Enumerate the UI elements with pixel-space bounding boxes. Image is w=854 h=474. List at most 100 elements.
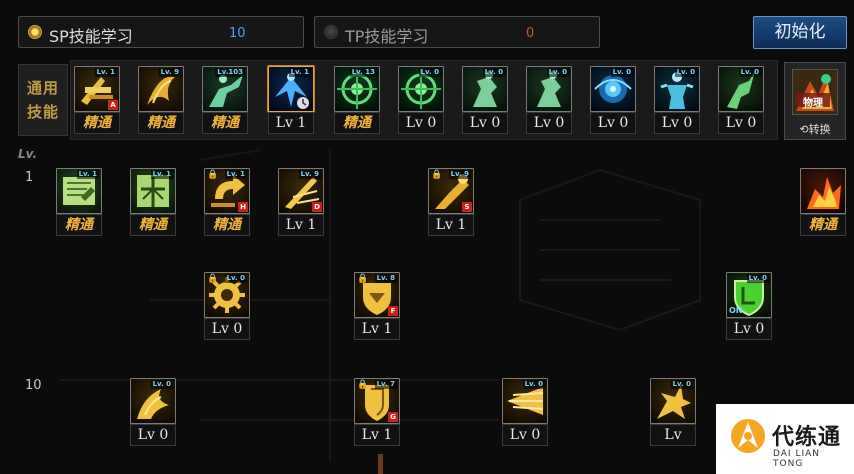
common-skill-slot[interactable]: Lv. 1 Lv 1	[268, 66, 314, 136]
skill-level-caption: Lv 0	[526, 112, 572, 134]
blue-eye-icon[interactable]: Lv. 0	[590, 66, 636, 112]
tree-skill-slot[interactable]: Lv. 0 Lv 0	[130, 378, 176, 448]
tree-skill-slot[interactable]: Lv. 0 ON Lv 0	[726, 272, 772, 342]
switch-icon-text: 物理	[803, 98, 823, 109]
tree-skill-slot[interactable]: Lv. 9 🔒 S Lv 1	[428, 168, 474, 238]
common-skill-slot[interactable]: Lv. 9 精通	[138, 66, 184, 136]
arrow-burst-icon[interactable]: Lv. 9	[138, 66, 184, 112]
watermark-sub: DAI LIAN TONG	[773, 449, 821, 469]
sp-radio-selected-icon[interactable]	[28, 25, 42, 39]
gold-impact-icon[interactable]: Lv. 0	[650, 378, 696, 424]
gold-wave-icon[interactable]: Lv. 9 D	[278, 168, 324, 214]
common-skill-slot[interactable]: Lv. 0 Lv 0	[526, 66, 572, 136]
common-skill-slot[interactable]: Lv. 1 A 精通	[74, 66, 120, 136]
skill-level-tag: Lv. 0	[482, 68, 505, 77]
skill-level-tag: Lv. 0	[610, 68, 633, 77]
winged-figure-icon[interactable]: Lv. 1	[268, 66, 314, 112]
row-level-1: 1	[25, 170, 34, 185]
tp-radio-unselected-icon[interactable]	[324, 25, 338, 39]
tree-skill-slot[interactable]: Lv. 1 精通	[130, 168, 176, 238]
tree-skill-slot[interactable]: Lv. 8 🔒 F Lv 1	[354, 272, 400, 342]
tree-skill-slot[interactable]: Lv. 0 🔒 Lv 0	[204, 272, 250, 342]
tree-skill-slot[interactable]: Lv. 9 D Lv 1	[278, 168, 324, 238]
gold-badge-icon[interactable]: Lv. 7 🔒 G	[354, 378, 400, 424]
skill-level-caption: 精通	[202, 112, 248, 134]
green-book-icon[interactable]: Lv. 1	[130, 168, 176, 214]
watermark-name: 代练通	[772, 425, 842, 450]
skill-level-tag: Lv. 0	[546, 68, 569, 77]
skill-level-caption: Lv 1	[278, 214, 324, 236]
gold-kick-icon[interactable]: Lv. 9 🔒 S	[428, 168, 474, 214]
gold-beam-icon[interactable]: Lv. 0	[502, 378, 548, 424]
tree-skill-slot[interactable]: Lv. 7 🔒 G Lv 1	[354, 378, 400, 448]
skill-level-tag: Lv. 0	[418, 68, 441, 77]
green-target-icon[interactable]: Lv. 0	[398, 66, 444, 112]
skill-level-tag: Lv. 0	[522, 380, 545, 389]
skill-level-tag: Lv.103	[215, 68, 245, 77]
skill-level-caption: Lv 0	[726, 318, 772, 340]
common-skill-slot[interactable]: Lv. 0 Lv 0	[398, 66, 444, 136]
gold-gear-icon[interactable]: Lv. 0 🔒	[204, 272, 250, 318]
skill-level-tag: Lv. 1	[94, 68, 117, 77]
skill-level-caption: Lv 0	[654, 112, 700, 134]
dodge-figure-icon[interactable]: Lv. 0	[462, 66, 508, 112]
row-level-10: 10	[25, 378, 42, 393]
tab-sp-skill-learning[interactable]: SP技能学习 10	[18, 16, 304, 48]
tree-skill-slot[interactable]: Lv. 1 精通	[56, 168, 102, 238]
common-skill-slot[interactable]: Lv. 0 Lv 0	[590, 66, 636, 136]
tree-skill-slot[interactable]: 精通	[800, 168, 846, 238]
skill-level-caption: 精通	[138, 112, 184, 134]
skill-level-caption: Lv 0	[590, 112, 636, 134]
type-switch-button[interactable]: 物理 ⟲转换	[784, 62, 846, 140]
common-skill-slot[interactable]: Lv.103 精通	[202, 66, 248, 136]
ice-body-icon[interactable]: Lv. 0	[654, 66, 700, 112]
green-shield-icon[interactable]: Lv. 0 ON	[726, 272, 772, 318]
gold-flame-icon[interactable]: Lv. 0	[130, 378, 176, 424]
tab-tp-skill-learning[interactable]: TP技能学习 0	[314, 16, 600, 48]
skill-level-caption: 精通	[800, 214, 846, 236]
skill-level-caption: 精通	[204, 214, 250, 236]
kick-silhouette-icon[interactable]: Lv.103	[202, 66, 248, 112]
skill-level-tag: Lv. 0	[224, 274, 247, 283]
skill-level-caption: Lv 1	[268, 112, 314, 134]
skill-level-tag: Lv. 7	[374, 380, 397, 389]
green-scroll-icon[interactable]: Lv. 1	[56, 168, 102, 214]
common-label-line1: 通用	[27, 79, 60, 97]
green-leap-icon[interactable]: Lv. 0	[718, 66, 764, 112]
skill-level-caption: 精通	[334, 112, 380, 134]
dai-lian-tong-logo-icon	[731, 419, 765, 453]
skill-level-tag: Lv. 1	[288, 68, 311, 77]
hotkey-badge: D	[312, 202, 322, 212]
skill-level-tag: Lv. 1	[76, 170, 99, 179]
skill-level-tag: Lv. 8	[374, 274, 397, 283]
tree-skill-slot[interactable]: Lv. 0 Lv	[650, 378, 696, 448]
sp-points-count: 10	[229, 26, 246, 41]
skill-level-tag: Lv. 13	[349, 68, 377, 77]
tree-skill-slot[interactable]: Lv. 1 🔒 H 精通	[204, 168, 250, 238]
skill-level-caption: Lv 0	[204, 318, 250, 340]
common-skill-slot[interactable]: Lv. 0 Lv 0	[654, 66, 700, 136]
sp-tab-label: SP技能学习	[49, 27, 133, 46]
fire-burst-icon[interactable]	[800, 168, 846, 214]
lock-icon: 🔒	[207, 274, 219, 284]
hotkey-badge: H	[238, 202, 248, 212]
gold-arrow-turn-icon[interactable]: Lv. 1 🔒 H	[204, 168, 250, 214]
skill-level-caption: Lv 0	[462, 112, 508, 134]
tree-level-header: Lv.	[18, 147, 38, 161]
skill-level-caption: 精通	[74, 112, 120, 134]
common-skill-slot[interactable]: Lv. 13 精通	[334, 66, 380, 136]
gold-shield-icon[interactable]: Lv. 8 🔒 F	[354, 272, 400, 318]
dodge-figure-icon[interactable]: Lv. 0	[526, 66, 572, 112]
skill-level-caption: Lv 0	[398, 112, 444, 134]
reset-button[interactable]: 初始化	[753, 16, 847, 49]
green-target-icon[interactable]: Lv. 13	[334, 66, 380, 112]
lock-icon: 🔒	[357, 380, 369, 390]
toggle-on-tag: ON	[729, 306, 743, 315]
arrow-shot-icon[interactable]: Lv. 1 A	[74, 66, 120, 112]
common-skill-slot[interactable]: Lv. 0 Lv 0	[462, 66, 508, 136]
lock-icon: 🔒	[207, 170, 219, 180]
common-skill-slot[interactable]: Lv. 0 Lv 0	[718, 66, 764, 136]
tree-skill-slot[interactable]: Lv. 0 Lv 0	[502, 378, 548, 448]
common-skills-label: 通用 技能	[18, 64, 68, 136]
skill-level-caption: 精通	[56, 214, 102, 236]
